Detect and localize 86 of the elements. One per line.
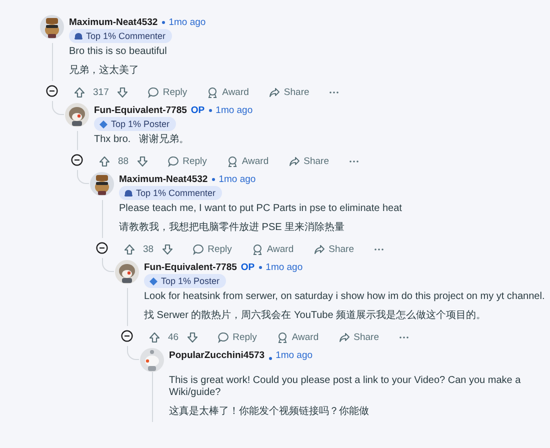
vote-count: 88 [117, 156, 130, 166]
gem-icon [149, 276, 158, 286]
award-button[interactable]: Award [246, 239, 299, 259]
more-icon [349, 160, 359, 162]
helmet-icon [74, 32, 83, 40]
avatar-icon[interactable] [90, 172, 114, 196]
upvote-icon [124, 244, 135, 254]
share-icon [314, 244, 325, 254]
avatar-icon[interactable] [65, 103, 89, 127]
award-button[interactable]: Award [222, 151, 274, 171]
username[interactable]: Fun-Equivalent-7785 [144, 262, 237, 273]
dot-icon [258, 266, 262, 269]
reply-button[interactable]: Reply [162, 151, 212, 171]
vote-count: 38 [142, 244, 155, 254]
downvote-icon [186, 332, 198, 342]
gem-icon [99, 120, 108, 128]
award-icon [207, 86, 218, 98]
helmet-icon [124, 189, 133, 197]
avatar-icon[interactable] [40, 15, 64, 39]
thread-connector [127, 346, 139, 360]
vote-count: 46 [167, 332, 180, 342]
comment-text: 这真是太棒了！你能发个视频链接吗？你能做 [169, 406, 370, 418]
award-button[interactable]: Award [202, 82, 254, 102]
collapse-button[interactable] [46, 84, 58, 100]
collapse-button[interactable] [96, 242, 108, 256]
timestamp[interactable]: 1mo ago [168, 17, 206, 28]
reply-button[interactable]: Reply [142, 82, 192, 102]
share-button[interactable]: Share [334, 327, 384, 347]
share-icon [288, 156, 300, 166]
thread-connector [52, 101, 64, 115]
comment-text: 请教教我，我想把电脑零件放进 PSE 里来消除热量 [119, 222, 346, 234]
timestamp[interactable]: 1mo ago [218, 174, 256, 185]
username[interactable]: Fun-Equivalent-7785 [94, 105, 187, 116]
speech-bubble-icon [168, 156, 179, 166]
speech-bubble-icon [218, 332, 229, 342]
upvote-icon [149, 332, 160, 342]
downvote-icon [136, 156, 148, 166]
collapse-button[interactable] [71, 154, 83, 168]
timestamp[interactable]: 1mo ago [266, 262, 303, 273]
award-icon [226, 156, 238, 166]
dot-icon [208, 109, 212, 112]
timestamp[interactable]: 1mo ago [216, 105, 253, 116]
downvote-icon [116, 86, 128, 98]
share-button[interactable]: Share [284, 151, 334, 171]
comment-text: 找 Serwer 的散热片，周六我会在 YouTube 频道展示我是怎么做这个项目的。 [144, 310, 488, 322]
avatar-icon[interactable] [115, 260, 139, 284]
thread-connector [77, 170, 89, 184]
comment-text: Bro this is so beautiful [69, 46, 168, 58]
reply-button[interactable]: Reply [188, 239, 237, 259]
timestamp[interactable]: 1mo ago [276, 350, 313, 361]
username[interactable]: Maximum-Neat4532 [119, 174, 208, 185]
speech-bubble-icon [192, 244, 204, 254]
downvote-icon [162, 244, 173, 254]
op-label: OP [240, 262, 255, 273]
award-icon [252, 244, 263, 254]
comment-text: 兄弟，这太美了 [69, 65, 140, 77]
comment-text: Thx bro. 谢谢兄弟。 [94, 134, 190, 146]
share-button[interactable]: Share [264, 82, 314, 102]
reply-button[interactable]: Reply [212, 327, 262, 347]
more-icon [329, 90, 340, 94]
comment-text: Look for heatsink from serwer, on saturday i show how im do this project on my yt channel. [144, 291, 546, 303]
upvote-icon [74, 86, 85, 98]
username[interactable]: Maximum-Neat4532 [69, 17, 158, 28]
share-icon [268, 86, 280, 98]
comment-text: This is great work! Could you please post a link to your Video? Can you make a Wiki/guide? [169, 375, 522, 399]
op-label: OP [190, 105, 205, 116]
flair-badge: Top 1% Poster [144, 274, 226, 288]
share-button[interactable]: Share [308, 239, 359, 259]
upvote-icon [99, 156, 110, 166]
share-icon [338, 332, 350, 342]
vote-count: 317 [92, 86, 110, 98]
username[interactable]: PopularZucchini4573 [169, 350, 265, 361]
award-button[interactable]: Award [272, 327, 324, 347]
thread-connector [102, 258, 114, 272]
flair-badge: Top 1% Commenter [69, 29, 172, 43]
more-icon [374, 248, 384, 250]
flair-badge: Top 1% Commenter [119, 186, 222, 200]
dot-icon [212, 178, 215, 181]
speech-bubble-icon [148, 86, 159, 98]
award-icon [276, 332, 288, 342]
flair-badge: Top 1% Poster [94, 117, 176, 131]
more-icon [399, 336, 409, 338]
collapse-button[interactable] [121, 330, 133, 344]
dot-icon [268, 356, 272, 360]
dot-icon [162, 21, 165, 24]
comment-text: Please teach me, I want to put PC Parts in pse to eliminate heat [119, 203, 403, 215]
